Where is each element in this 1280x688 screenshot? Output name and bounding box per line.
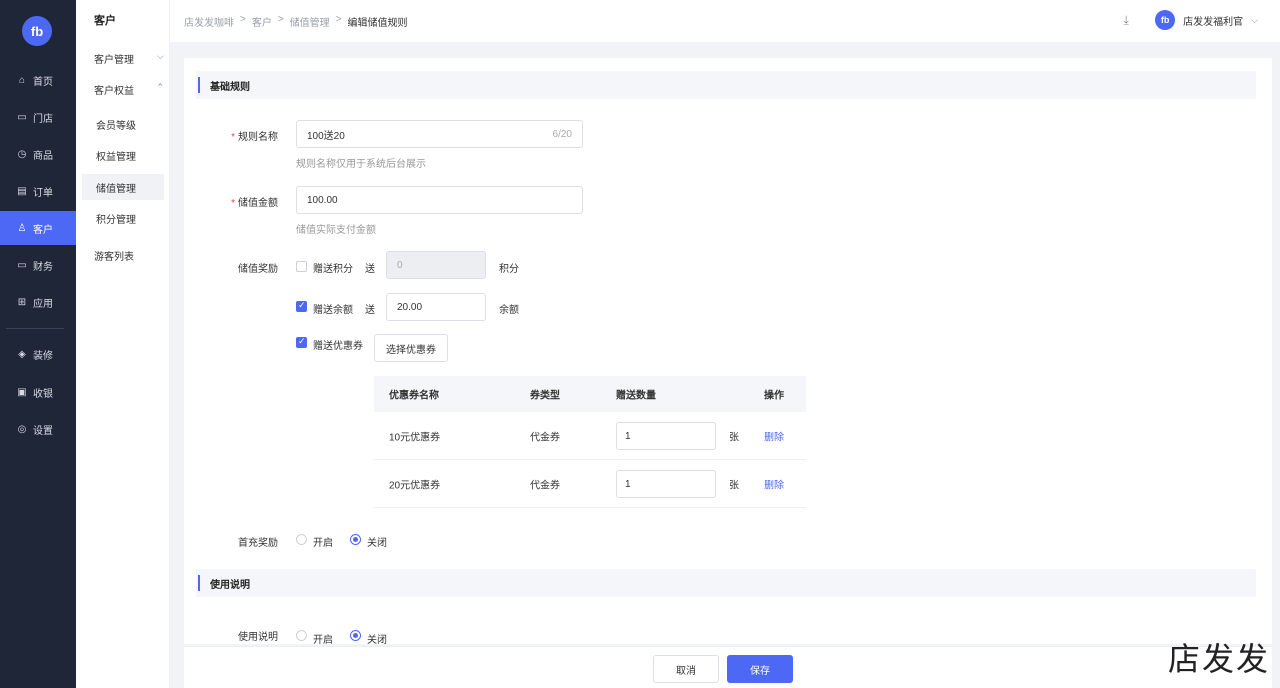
balance-input[interactable]: 20.00 (386, 293, 486, 321)
edit-form: 基础规则 * 规则名称 100送20 6/20 规则名称仅用于系统后台展示 * 储值… (184, 58, 1272, 646)
chevron-down-icon: ⌵ (157, 51, 164, 61)
select-coupon-button[interactable]: 选择优惠券 (374, 334, 448, 362)
rule-name-hint: 规则名称仅用于系统后台展示 (296, 159, 426, 170)
quantity-input[interactable]: 1 (616, 470, 716, 498)
section-usage: 使用说明 (196, 569, 1256, 597)
nav-item-finance[interactable]: ▭ 财务 (0, 248, 76, 282)
subnav-item-visitors[interactable]: 游客列表 (94, 248, 164, 263)
layers-icon: ◈ (18, 348, 26, 360)
nav-item-home[interactable]: ⌂ 首页 (0, 63, 76, 97)
delete-link[interactable]: 删除 (764, 476, 784, 491)
top-header: 店发发咖啡 > 客户 > 储值管理 > 编辑储值规则 ⤓ fb 店发发福利官 ⌵ (170, 0, 1280, 42)
save-button[interactable]: 保存 (727, 655, 793, 683)
subnav-group-customer-mgmt[interactable]: 客户管理 ⌵ (94, 51, 164, 66)
user-name[interactable]: 店发发福利官 (1183, 13, 1243, 28)
amount-hint: 储值实际支付金额 (296, 225, 376, 236)
breadcrumb-customer[interactable]: 客户 (252, 14, 272, 29)
nav-item-orders[interactable]: ▤ 订单 (0, 174, 76, 208)
download-icon[interactable]: ⤓ (1119, 13, 1133, 27)
breadcrumb-stored-value[interactable]: 储值管理 (290, 14, 330, 29)
char-counter: 6/20 (552, 128, 572, 140)
first-charge-off-radio[interactable] (350, 534, 361, 545)
nav-item-goods[interactable]: ◷ 商品 (0, 137, 76, 171)
grid-icon: ⊞ (17, 296, 27, 308)
table-row: 10元优惠券 代金券 1 张 删除 (374, 412, 806, 460)
wallet-icon: ▭ (17, 259, 27, 271)
coupon-table: 优惠券名称 券类型 赠送数量 操作 10元优惠券 代金券 1 张 删除 20元优… (374, 376, 806, 508)
app-logo[interactable]: fb (22, 16, 52, 46)
nav-item-customers[interactable]: ♙ 客户 (0, 211, 76, 245)
rule-name-input[interactable]: 100送20 6/20 (296, 120, 583, 148)
subnav-item-member-level[interactable]: 会员等级 (82, 111, 164, 137)
cancel-button[interactable]: 取消 (653, 655, 719, 683)
amount-input[interactable]: 100.00 (296, 186, 583, 214)
secondary-nav: 客户 客户管理 ⌵ 客户权益 ⌃ 会员等级 权益管理 储值管理 积分管理 游客列表 (76, 0, 170, 688)
first-charge-label: 首充奖励 (238, 538, 278, 549)
order-icon: ▤ (17, 185, 27, 197)
form-footer: 取消 保存 (184, 646, 1272, 688)
reward-label: 储值奖励 (238, 264, 278, 275)
nav-item-cashier[interactable]: ▣ 收银 (0, 375, 76, 409)
watermark: 店发发 (1167, 640, 1270, 678)
subnav-item-rights[interactable]: 权益管理 (82, 142, 164, 168)
nav-item-store[interactable]: ▭ 门店 (0, 100, 76, 134)
home-icon: ⌂ (18, 74, 26, 86)
store-icon: ▭ (17, 111, 27, 123)
nav-item-decor[interactable]: ◈ 装修 (0, 337, 76, 371)
chevron-down-icon[interactable]: ⌵ (1251, 15, 1258, 26)
coupon-checkbox[interactable] (296, 336, 307, 348)
nav-item-settings[interactable]: ◎ 设置 (0, 412, 76, 446)
section-basic-rules: 基础规则 (196, 71, 1256, 99)
main-nav: fb ⌂ 首页 ▭ 门店 ◷ 商品 ▤ 订单 ♙ 客户 ▭ 财务 ⊞ 应用 ◈ 装修 ▣ 收银 ◎… (0, 0, 76, 688)
rule-name-label: * 规则名称 (231, 132, 278, 143)
bag-icon: ◷ (17, 148, 27, 160)
first-charge-on-radio[interactable] (296, 534, 307, 545)
subnav-group-customer-rights[interactable]: 客户权益 ⌃ (94, 82, 164, 97)
gear-icon: ◎ (17, 423, 27, 435)
subnav-item-points[interactable]: 积分管理 (82, 205, 164, 231)
table-header: 优惠券名称 券类型 赠送数量 操作 (374, 376, 806, 412)
quantity-input[interactable]: 1 (616, 422, 716, 450)
delete-link[interactable]: 删除 (764, 428, 784, 443)
breadcrumb-shop[interactable]: 店发发咖啡 (184, 14, 234, 29)
usage-on-radio[interactable] (296, 630, 307, 641)
chevron-up-icon: ⌃ (156, 82, 164, 92)
avatar[interactable]: fb (1155, 10, 1176, 30)
breadcrumb: 店发发咖啡 > 客户 > 储值管理 > 编辑储值规则 (184, 14, 408, 29)
subnav-item-stored-value[interactable]: 储值管理 (82, 174, 164, 200)
register-icon: ▣ (17, 386, 27, 398)
nav-item-apps[interactable]: ⊞ 应用 (0, 285, 76, 319)
subnav-title: 客户 (94, 15, 116, 27)
usage-label: 使用说明 (238, 632, 278, 643)
points-checkbox[interactable] (296, 261, 307, 272)
breadcrumb-current: 编辑储值规则 (347, 18, 408, 29)
amount-label: * 储值金额 (231, 198, 278, 209)
points-input: 0 (386, 251, 486, 279)
header-user-area: ⤓ fb 店发发福利官 ⌵ (1119, 10, 1258, 30)
nav-divider (6, 328, 64, 329)
table-row: 20元优惠券 代金券 1 张 删除 (374, 460, 806, 508)
balance-checkbox[interactable] (296, 300, 307, 312)
usage-off-radio[interactable] (350, 630, 361, 641)
user-icon: ♙ (17, 222, 27, 234)
